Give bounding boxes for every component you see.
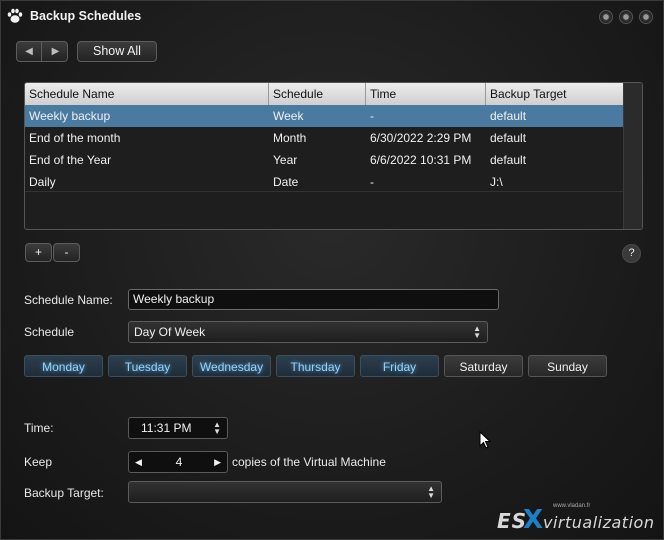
time-spinner-icon[interactable]: ▲ ▼ — [213, 421, 221, 436]
column-header-schedule-name[interactable]: Schedule Name — [25, 83, 269, 105]
maximize-button[interactable] — [619, 10, 633, 24]
day-toggle-wednesday[interactable]: Wednesday — [192, 355, 271, 377]
watermark-virtualization-text: virtualization — [543, 513, 655, 532]
cell-backup-target: default — [490, 109, 527, 123]
backup-target-label: Backup Target: — [24, 486, 104, 500]
day-toggle-sunday[interactable]: Sunday — [528, 355, 607, 377]
cell-schedule: Year — [273, 153, 298, 167]
day-toggle-saturday[interactable]: Saturday — [444, 355, 523, 377]
cell-backup-target: default — [490, 153, 527, 167]
title-bar: Backup Schedules — [1, 1, 663, 33]
increment-arrow-icon[interactable]: ▶ — [214, 452, 221, 472]
add-schedule-button[interactable]: + — [25, 243, 52, 262]
backup-schedules-window: Backup Schedules ◀ ▶ Show All Schedule N… — [0, 0, 664, 540]
time-label: Time: — [24, 421, 54, 435]
day-toggle-tuesday[interactable]: Tuesday — [108, 355, 187, 377]
table-row[interactable]: Daily Date - J:\ — [25, 171, 623, 193]
table-row[interactable]: End of the Year Year 6/6/2022 10:31 PM d… — [25, 149, 623, 171]
table-row[interactable]: End of the month Month 6/30/2022 2:29 PM… — [25, 127, 623, 149]
cell-time: 6/6/2022 10:31 PM — [370, 153, 472, 167]
cell-schedule: Date — [273, 175, 299, 189]
cell-time: 6/30/2022 2:29 PM — [370, 131, 472, 145]
cell-time: - — [370, 175, 374, 189]
forward-arrow-icon: ▶ — [51, 46, 60, 57]
paw-icon — [6, 7, 24, 25]
navigation-group: ◀ ▶ — [16, 41, 68, 62]
cell-schedule-name: Daily — [29, 175, 56, 189]
window-title: Backup Schedules — [30, 9, 142, 23]
table-vertical-scrollbar[interactable] — [623, 83, 642, 229]
back-button[interactable]: ◀ — [17, 42, 42, 61]
cell-schedule-name: End of the Year — [29, 153, 112, 167]
time-picker[interactable]: 11:31 PM ▲ ▼ — [128, 417, 228, 439]
keep-label: Keep — [24, 455, 53, 469]
day-toggle-monday[interactable]: Monday — [24, 355, 103, 377]
esx-virtualization-watermark-logo: ES X virtualization www.vladan.fr — [497, 503, 659, 537]
schedule-select[interactable]: Day Of Week ▲ ▼ — [128, 321, 488, 343]
time-value: 11:31 PM — [141, 421, 192, 435]
schedule-label: Schedule — [24, 325, 75, 339]
cell-schedule: Week — [273, 109, 304, 123]
table-row[interactable]: Weekly backup Week - default — [25, 105, 623, 127]
schedule-select-value: Day Of Week — [134, 325, 206, 339]
cell-backup-target: J:\ — [490, 175, 503, 189]
day-toggle-thursday[interactable]: Thursday — [276, 355, 355, 377]
schedule-name-field[interactable]: Weekly backup — [128, 289, 499, 310]
remove-schedule-button[interactable]: - — [53, 243, 80, 262]
column-header-backup-target[interactable]: Backup Target — [486, 83, 623, 105]
column-header-schedule[interactable]: Schedule — [269, 83, 366, 105]
day-toggle-friday[interactable]: Friday — [360, 355, 439, 377]
table-bottom-divider — [25, 191, 623, 192]
cell-time: - — [370, 109, 374, 123]
schedules-table: Schedule Name Schedule Time Backup Targe… — [24, 82, 643, 230]
watermark-url-text: www.vladan.fr — [553, 503, 591, 509]
column-header-time[interactable]: Time — [366, 83, 486, 105]
cell-backup-target: default — [490, 131, 527, 145]
show-all-button[interactable]: Show All — [77, 41, 157, 62]
table-header: Schedule Name Schedule Time Backup Targe… — [25, 83, 623, 105]
forward-button[interactable]: ▶ — [43, 42, 67, 61]
cell-schedule: Month — [273, 131, 307, 145]
keep-copies-stepper[interactable]: ◀ 4 ▶ — [128, 451, 228, 473]
help-icon[interactable]: ? — [622, 244, 641, 263]
up-down-arrows-icon: ▲ ▼ — [427, 484, 435, 500]
schedule-name-label: Schedule Name: — [24, 293, 113, 307]
keep-copies-suffix: copies of the Virtual Machine — [232, 455, 386, 469]
watermark-x-text: X — [523, 505, 544, 535]
cell-schedule-name: Weekly backup — [29, 109, 111, 123]
backup-target-select[interactable]: ▲ ▼ — [128, 481, 442, 503]
back-arrow-icon: ◀ — [25, 46, 33, 57]
close-button[interactable] — [639, 10, 653, 24]
cell-schedule-name: End of the month — [29, 131, 121, 145]
minimize-button[interactable] — [599, 10, 613, 24]
up-down-arrows-icon: ▲ ▼ — [473, 324, 481, 340]
mouse-cursor-icon — [479, 431, 491, 449]
